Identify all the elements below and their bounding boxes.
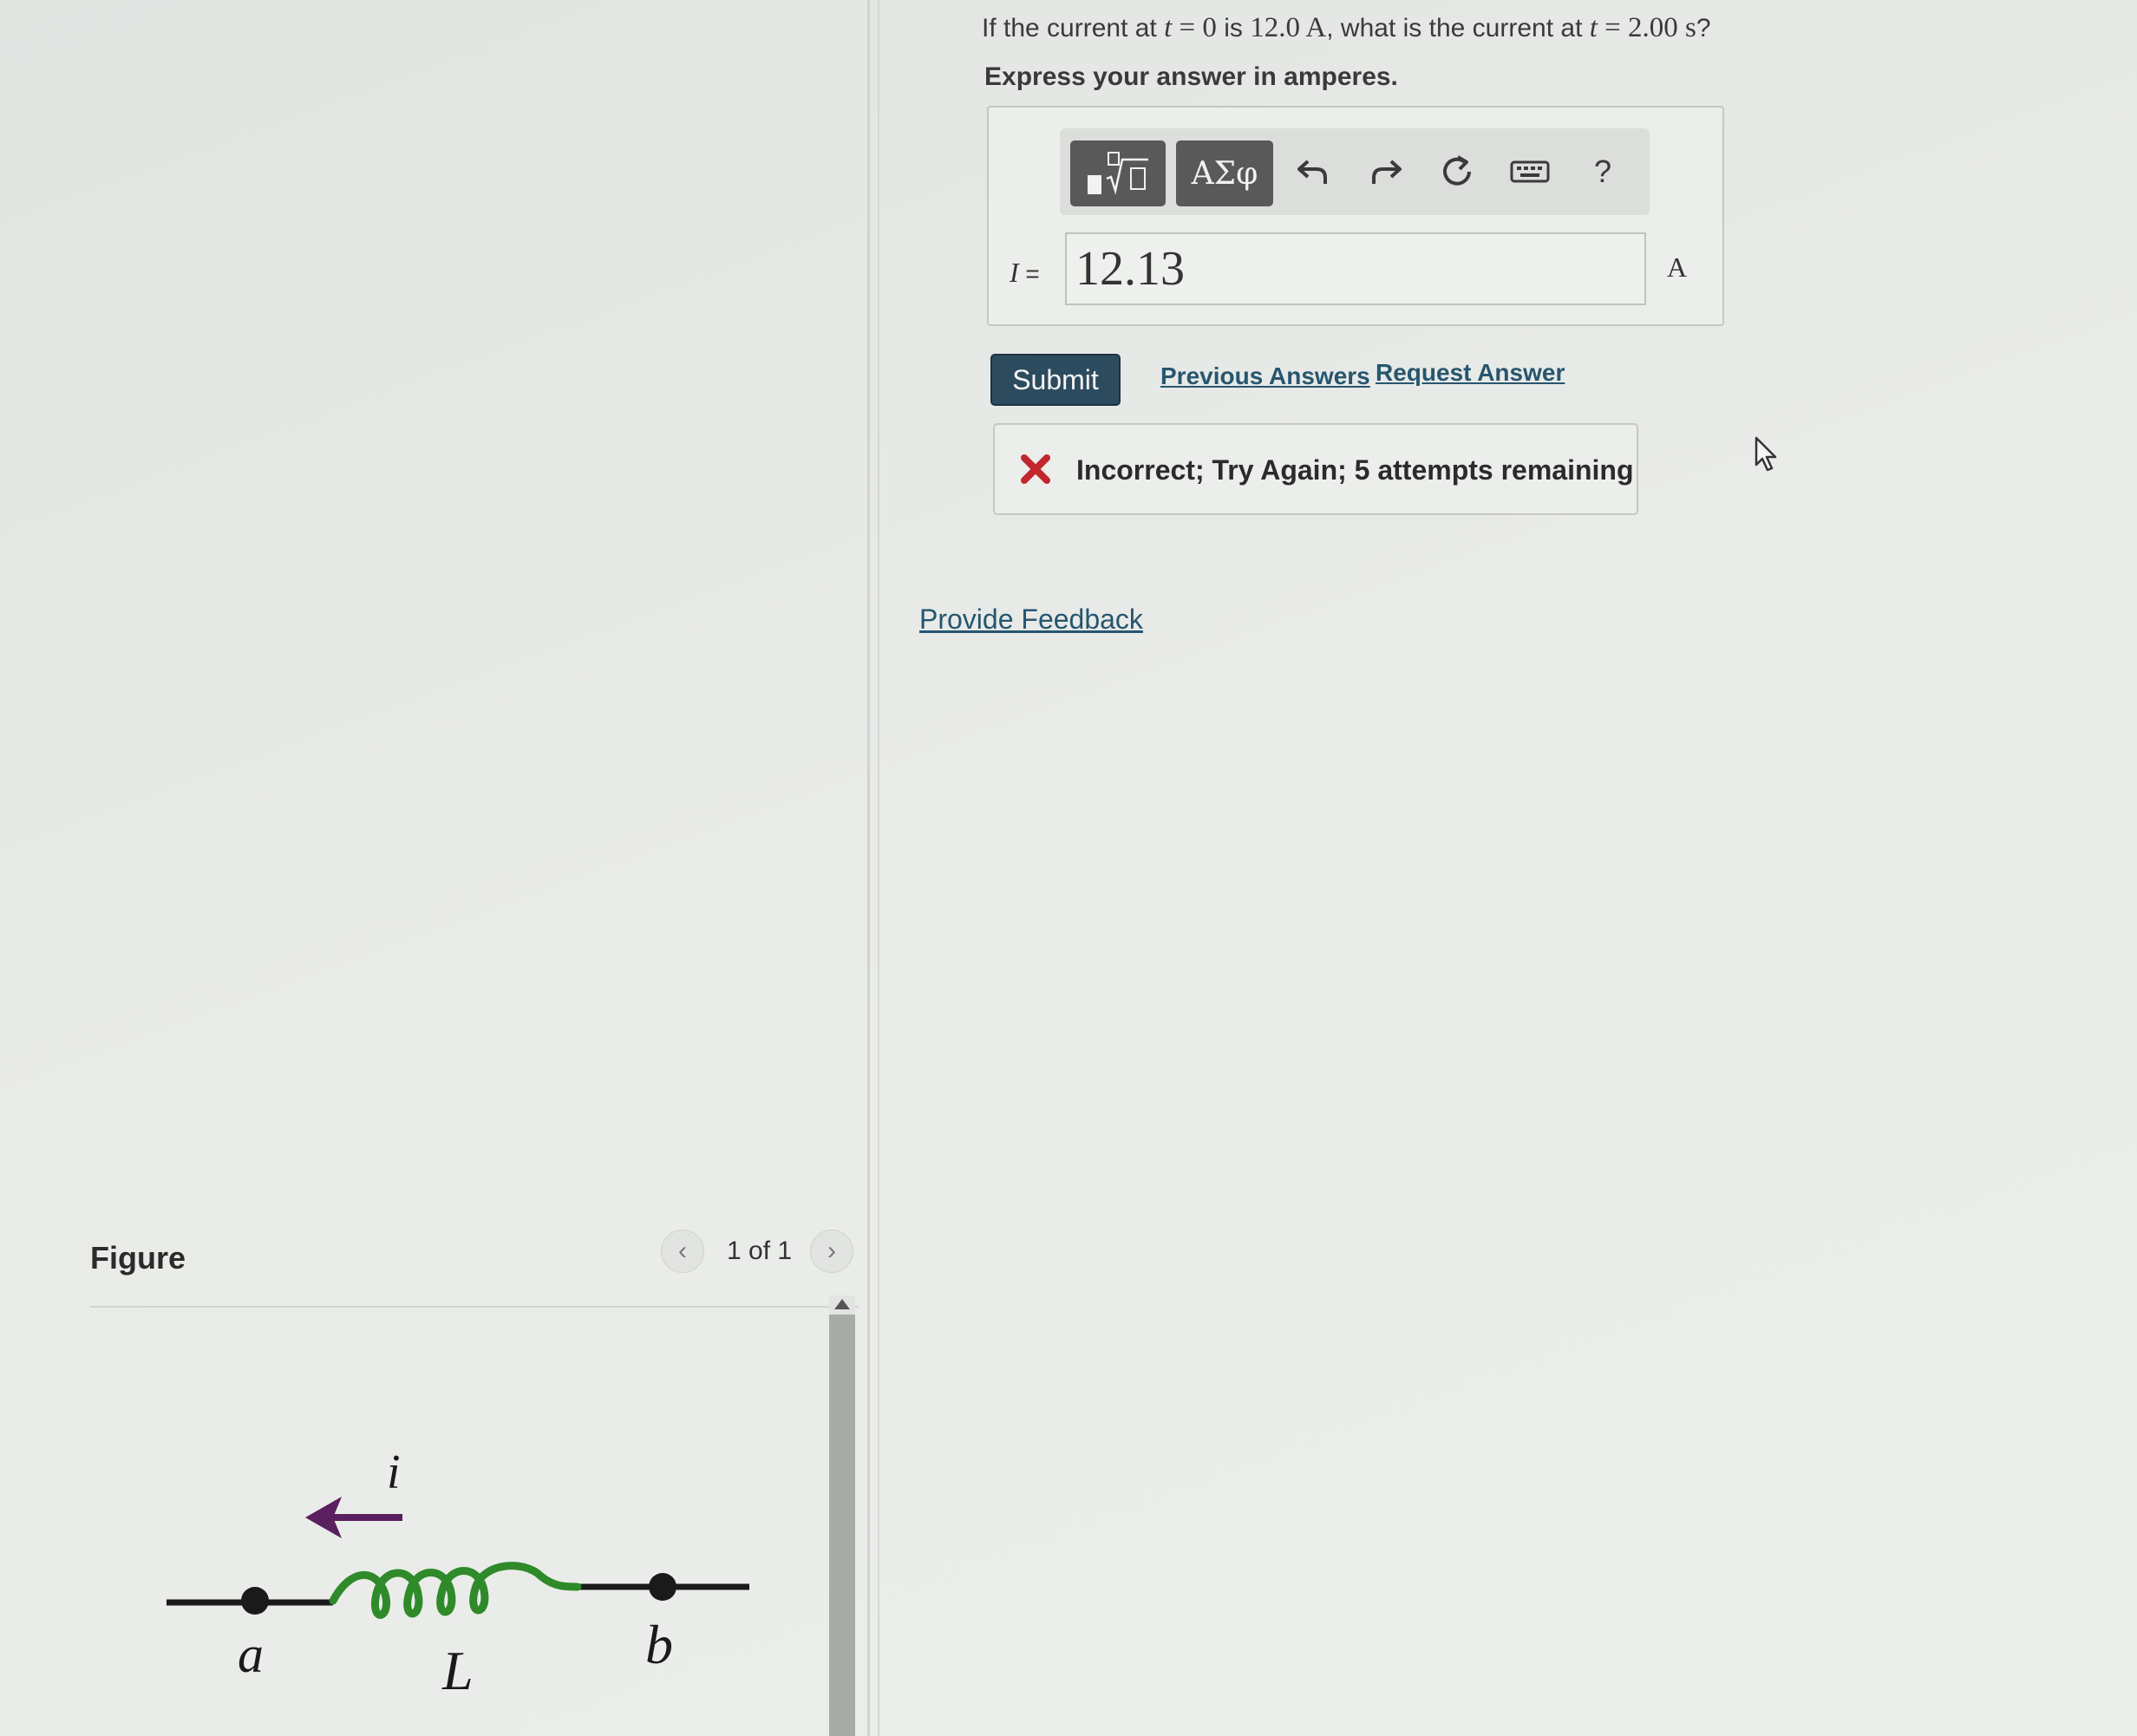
- label-a: a: [238, 1626, 264, 1683]
- math-t: t = 0: [1164, 12, 1217, 43]
- inductor-figure: i a L b: [167, 1446, 749, 1701]
- figure-prev-button[interactable]: ‹: [661, 1230, 704, 1273]
- label-inductor: L: [441, 1640, 474, 1701]
- question-text: If the current at t = 0 is 12.0 A, what …: [982, 12, 1711, 44]
- mouse-cursor-icon: [1755, 436, 1777, 472]
- figure-next-button[interactable]: ›: [810, 1230, 853, 1273]
- request-answer-link[interactable]: Request Answer: [1376, 359, 1565, 387]
- templates-icon: [1088, 152, 1148, 195]
- figure-scroll-thumb[interactable]: [829, 1315, 855, 1736]
- page: If the current at t = 0 is 12.0 A, what …: [0, 0, 2137, 1736]
- reset-icon[interactable]: [1431, 146, 1483, 198]
- incorrect-x-icon: [1021, 454, 1050, 484]
- label-b: b: [645, 1614, 673, 1675]
- submit-button[interactable]: Submit: [990, 354, 1121, 406]
- label-current: i: [387, 1446, 401, 1499]
- provide-feedback-link[interactable]: Provide Feedback: [919, 604, 1143, 636]
- help-button[interactable]: ?: [1577, 146, 1629, 198]
- chevron-left-icon: ‹: [678, 1237, 687, 1265]
- feedback-message: Incorrect; Try Again; 5 attempts remaini…: [993, 423, 1638, 515]
- answer-variable: I =: [1010, 257, 1040, 288]
- figure-pager: 1 of 1: [727, 1237, 793, 1265]
- undo-icon[interactable]: [1287, 146, 1339, 198]
- inductor-coil: [329, 1562, 582, 1619]
- node-a: [241, 1587, 269, 1615]
- previous-answers-link[interactable]: Previous Answers: [1160, 362, 1370, 390]
- chevron-right-icon: ›: [827, 1237, 836, 1265]
- question-part: If the current at: [982, 14, 1165, 42]
- scroll-up-icon[interactable]: [834, 1299, 850, 1309]
- answer-instruction: Express your answer in amperes.: [984, 62, 1398, 91]
- math-current: 12.0 A: [1250, 12, 1327, 43]
- unit-label: A: [1667, 251, 1688, 283]
- pane-divider: [878, 0, 879, 1736]
- question-part: , what is the current at: [1326, 14, 1590, 42]
- question-part: ?: [1696, 14, 1711, 42]
- redo-icon[interactable]: [1360, 146, 1412, 198]
- templates-button[interactable]: [1070, 140, 1166, 206]
- keyboard-icon[interactable]: [1504, 146, 1556, 198]
- question-part: is: [1216, 14, 1251, 42]
- math-toolbar: ΑΣφ ?: [1060, 128, 1650, 215]
- symbols-button[interactable]: ΑΣφ: [1176, 140, 1273, 206]
- node-b: [649, 1573, 676, 1601]
- math-time: t = 2.00 s: [1589, 12, 1696, 43]
- feedback-text: Incorrect; Try Again; 5 attempts remaini…: [1076, 454, 1634, 486]
- figure-title: Figure: [90, 1240, 186, 1276]
- answer-input[interactable]: 12.13: [1065, 232, 1646, 305]
